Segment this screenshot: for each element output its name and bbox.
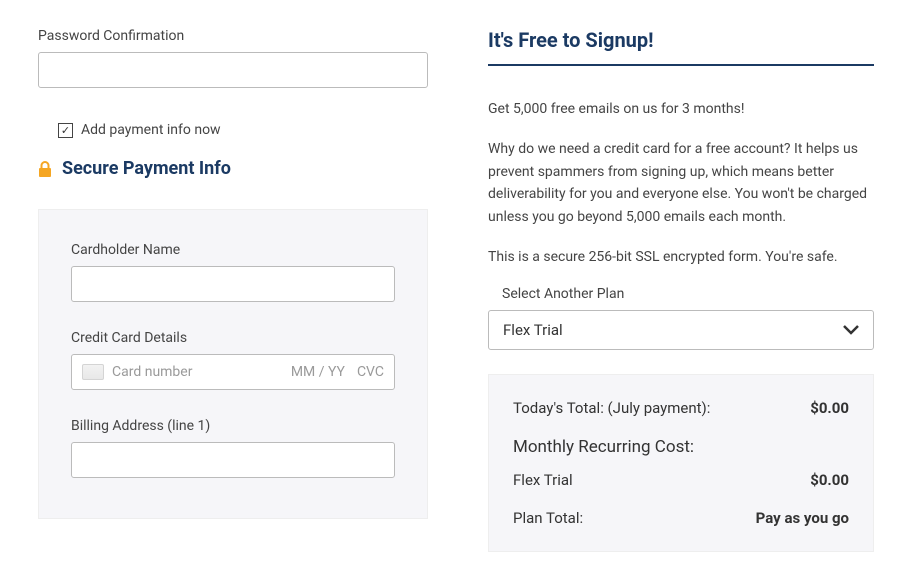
password-confirmation-input[interactable] (38, 52, 428, 88)
monthly-recurring-heading: Monthly Recurring Cost: (513, 437, 849, 457)
cardholder-name-label: Cardholder Name (71, 242, 395, 258)
plan-name-label: Flex Trial (513, 471, 573, 489)
billing-address-input[interactable] (71, 442, 395, 478)
payment-panel: Cardholder Name Credit Card Details Card… (38, 209, 428, 519)
signup-heading: It's Free to Signup! (488, 28, 874, 66)
select-plan-label: Select Another Plan (502, 286, 874, 302)
cardholder-name-input[interactable] (71, 266, 395, 302)
signup-secure-text: This is a secure 256-bit SSL encrypted f… (488, 246, 874, 268)
credit-card-input[interactable]: Card number MM / YY CVC (71, 354, 395, 390)
credit-card-details-label: Credit Card Details (71, 330, 395, 346)
secure-payment-heading-text: Secure Payment Info (62, 158, 231, 179)
lock-icon (38, 161, 52, 177)
today-total-value: $0.00 (810, 399, 849, 417)
checkbox-icon: ✓ (58, 123, 73, 138)
password-confirmation-label: Password Confirmation (38, 28, 428, 44)
pricing-summary-panel: Today's Total: (July payment): $0.00 Mon… (488, 374, 874, 552)
signup-why-text: Why do we need a credit card for a free … (488, 138, 874, 228)
add-payment-label: Add payment info now (81, 122, 221, 138)
chevron-down-icon (843, 325, 859, 335)
secure-payment-heading: Secure Payment Info (38, 158, 428, 179)
plan-select-value: Flex Trial (503, 321, 563, 339)
credit-card-icon (82, 364, 104, 380)
card-expiry-placeholder: MM / YY (291, 364, 345, 380)
plan-total-value: Pay as you go (756, 509, 849, 527)
plan-price-value: $0.00 (810, 471, 849, 489)
plan-select[interactable]: Flex Trial (488, 310, 874, 350)
signup-intro-text: Get 5,000 free emails on us for 3 months… (488, 98, 874, 120)
today-total-label: Today's Total: (July payment): (513, 399, 710, 417)
plan-total-label: Plan Total: (513, 509, 583, 527)
card-cvc-placeholder: CVC (357, 364, 384, 380)
card-number-placeholder: Card number (112, 364, 283, 380)
add-payment-checkbox[interactable]: ✓ Add payment info now (58, 122, 221, 138)
billing-address-label: Billing Address (line 1) (71, 418, 395, 434)
